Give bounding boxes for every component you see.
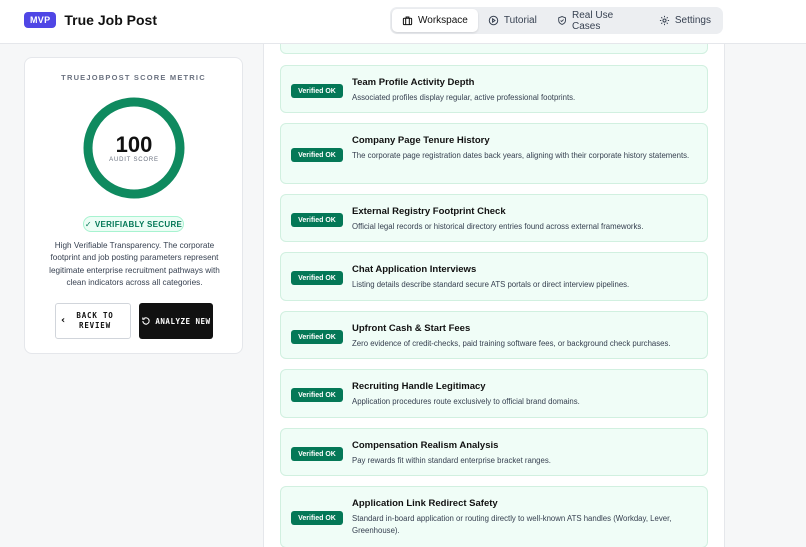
mvp-badge: MVP (24, 12, 57, 28)
check-title: Chat Application Interviews (352, 264, 477, 275)
score-value: 100 (115, 132, 153, 157)
verified-badge: Verified OK (291, 447, 343, 461)
check-card-partial (280, 44, 708, 54)
verified-badge: Verified OK (291, 330, 343, 344)
verified-badge: Verified OK (291, 511, 343, 525)
tab-label: Workspace (418, 15, 468, 26)
score-card: TRUEJOBPOST SCORE METRIC 100 AUDIT SCORE… (24, 57, 243, 354)
verified-badge: Verified OK (291, 84, 343, 98)
score-metric-label: TRUEJOBPOST SCORE METRIC (61, 73, 206, 82)
check-card: Verified OK Compensation Realism Analysis… (280, 428, 708, 476)
check-card: Verified OK Team Profile Activity Depth As… (280, 65, 708, 113)
verified-badge: Verified OK (291, 388, 343, 402)
check-description: Associated profiles display regular, act… (352, 93, 576, 102)
check-icon: ✓ (84, 219, 92, 229)
verified-badge: Verified OK (291, 148, 343, 162)
check-title: External Registry Footprint Check (352, 206, 506, 217)
back-button-label: BACK TO REVIEW (76, 311, 114, 330)
shield-check-icon (558, 16, 566, 25)
check-card: Verified OK Chat Application Interviews Li… (280, 252, 708, 301)
top-header: MVP True Job Post Workspace Tutorial Rea… (0, 0, 806, 44)
check-title: Team Profile Activity Depth (352, 77, 475, 88)
check-description: Pay rewards fit within standard enterpri… (352, 456, 551, 465)
check-description: Listing details describe standard secure… (352, 280, 630, 289)
check-card: Verified OK Application Link Redirect Saf… (280, 486, 708, 547)
status-badge-label: VERIFIABLY SECURE (94, 219, 183, 229)
gear-icon (659, 15, 669, 26)
nav-tabs: Workspace Tutorial Real Use Cases Settin… (390, 7, 723, 34)
check-title: Application Link Redirect Safety (352, 498, 498, 509)
tab-workspace[interactable]: Workspace (392, 9, 478, 32)
check-title: Recruiting Handle Legitimacy (352, 381, 486, 392)
check-description: Official legal records or historical dir… (352, 222, 644, 231)
play-circle-icon (488, 15, 499, 26)
verified-badge: Verified OK (291, 213, 343, 227)
tab-settings[interactable]: Settings (649, 9, 721, 32)
check-title: Company Page Tenure History (352, 135, 490, 146)
chevron-left-icon: ‹ (61, 315, 66, 326)
tab-label: Real Use Cases (572, 9, 614, 32)
app-title: True Job Post (64, 12, 157, 28)
checks-panel[interactable]: Verified OK Team Profile Activity Depth As… (263, 44, 725, 547)
check-card: Verified OK Upfront Cash & Start Fees Zero… (280, 311, 708, 359)
score-description: High Verifiable Transparency. The corpor… (49, 241, 220, 287)
status-badge: ✓ VERIFIABLY SECURE (83, 216, 184, 232)
analyze-button-label: ANALYZE NEW (155, 316, 211, 326)
tab-tutorial[interactable]: Tutorial (478, 9, 547, 32)
check-description: The corporate page registration dates ba… (352, 151, 690, 160)
brand[interactable]: MVP True Job Post (24, 12, 157, 28)
score-caption: AUDIT SCORE (109, 157, 159, 163)
tab-real-use-cases[interactable]: Real Use Cases (547, 9, 649, 32)
check-description: Zero evidence of credit-checks, paid tra… (352, 339, 671, 348)
check-card: Verified OK Recruiting Handle Legitimacy A… (280, 369, 708, 418)
check-title: Compensation Realism Analysis (352, 440, 499, 451)
check-card: Verified OK Company Page Tenure History Th… (280, 123, 708, 184)
back-to-review-button[interactable]: ‹ BACK TO REVIEW (55, 303, 131, 339)
check-title: Upfront Cash & Start Fees (352, 323, 471, 334)
refresh-icon (142, 317, 151, 325)
verified-badge: Verified OK (291, 271, 343, 285)
briefcase-icon (402, 16, 413, 26)
analyze-new-button[interactable]: ANALYZE NEW (139, 303, 213, 339)
check-card: Verified OK External Registry Footprint C… (280, 194, 708, 242)
check-description: Application procedures route exclusively… (352, 397, 580, 406)
tab-label: Settings (674, 15, 711, 26)
check-description: Standard in-board application or routing… (352, 514, 672, 535)
tab-label: Tutorial (503, 15, 537, 26)
